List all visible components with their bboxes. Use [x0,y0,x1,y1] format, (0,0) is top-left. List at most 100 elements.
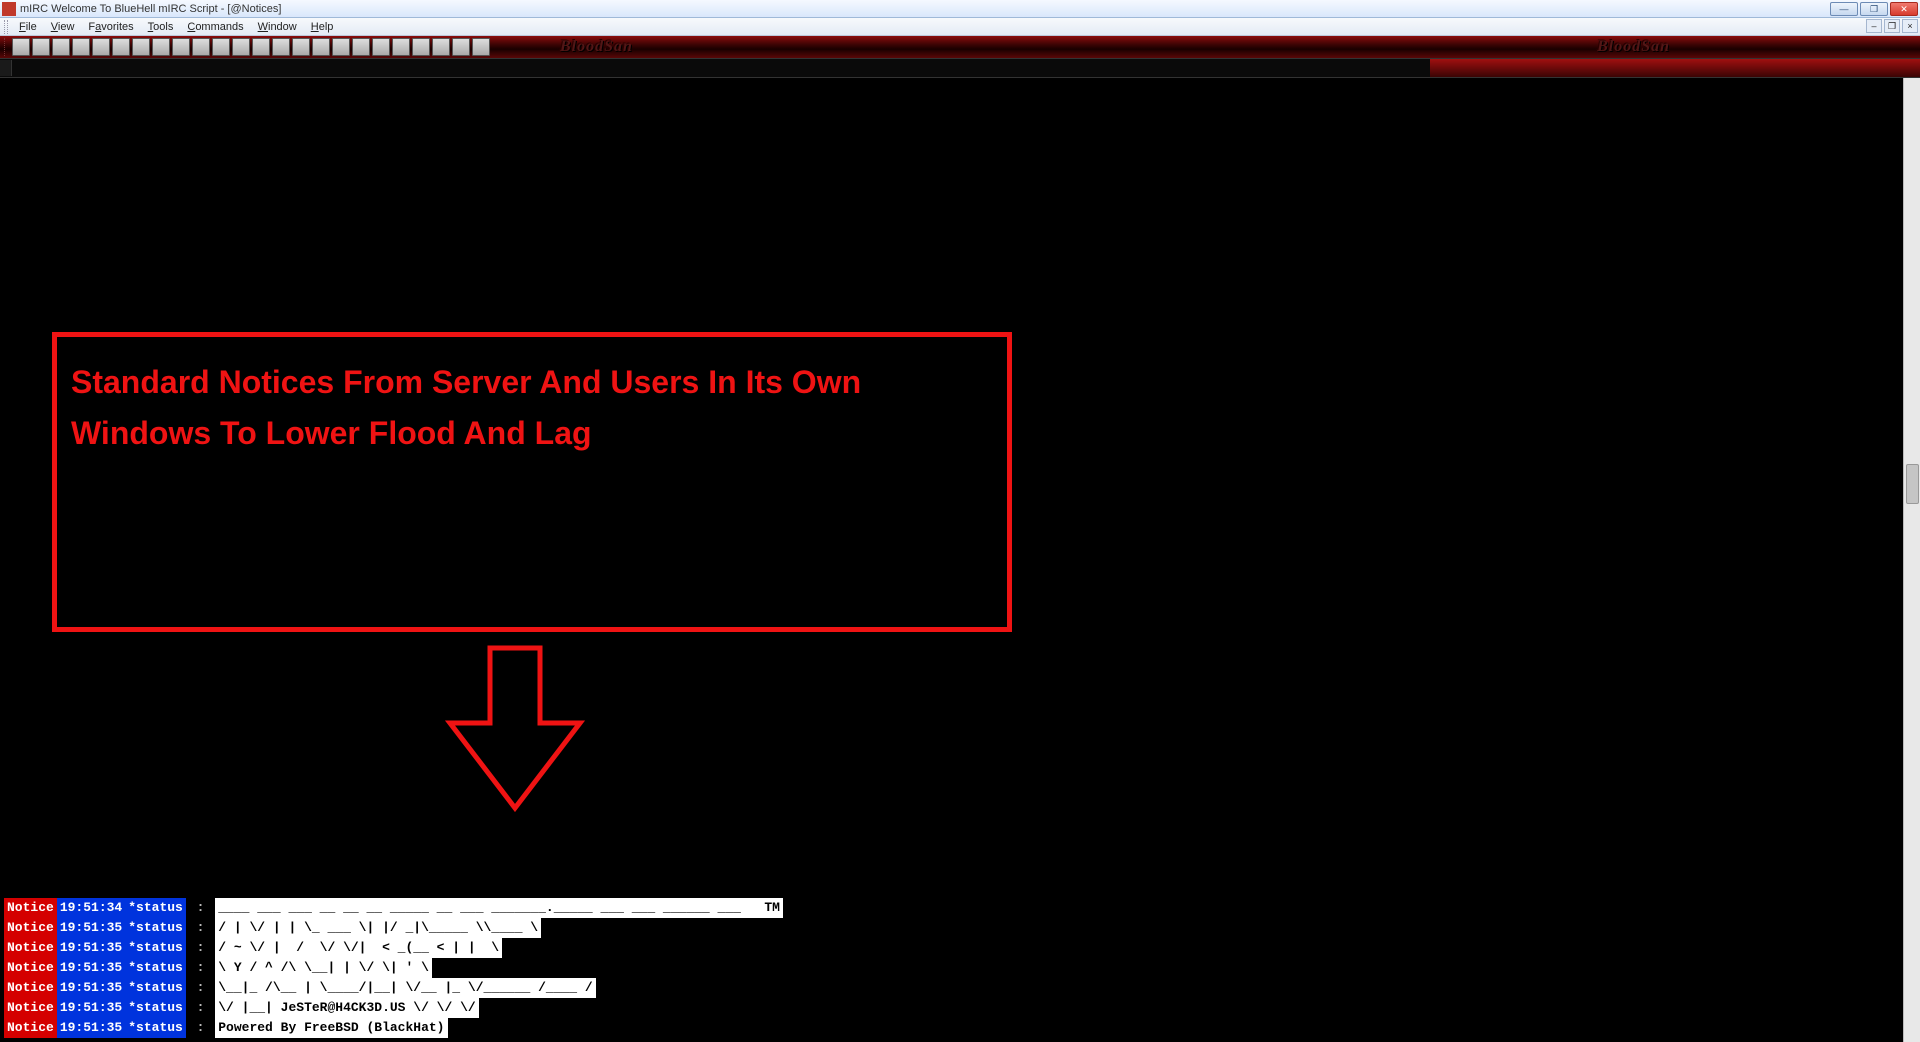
toolbar-button[interactable] [352,38,370,56]
log-status: *status [125,918,186,938]
log-separator: : [186,978,215,998]
log-notice-label: Notice [4,1018,57,1038]
log-time: 19:51:35 [57,938,125,958]
log-time: 19:51:34 [57,898,125,918]
toolbar-button[interactable] [52,38,70,56]
toolbar-button[interactable] [112,38,130,56]
menu-bar: File View Favorites Tools Commands Windo… [0,18,1920,36]
window-title: mIRC Welcome To BlueHell mIRC Script - [… [20,3,1830,15]
log-notice-label: Notice [4,978,57,998]
window-controls: — ❐ ✕ [1830,2,1918,16]
toolbar-button[interactable] [312,38,330,56]
log-separator: : [186,938,215,958]
toolbar-button[interactable] [132,38,150,56]
mdi-minimize-button[interactable]: – [1866,19,1882,33]
arrow-down-icon [445,643,585,813]
log-message: / | \/ | | \_ ___ \| |/ _|\_____ \\____ … [215,918,541,938]
toolbar-button[interactable] [412,38,430,56]
log-notice-label: Notice [4,998,57,1018]
switch-tab[interactable] [0,60,12,76]
toolbar-button[interactable] [272,38,290,56]
toolbar-button[interactable] [392,38,410,56]
menu-file[interactable]: File [12,19,44,35]
menu-commands[interactable]: Commands [180,19,250,35]
log-notice-label: Notice [4,898,57,918]
log-separator: : [186,1018,215,1038]
close-button[interactable]: ✕ [1890,2,1918,16]
log-row: Notice19:51:35*status : Powered By FreeB… [4,1018,783,1038]
log-notice-label: Notice [4,958,57,978]
toolbar-button[interactable] [12,38,30,56]
toolbar-button[interactable] [212,38,230,56]
toolbar-button[interactable] [32,38,50,56]
menu-file-label: ile [26,21,37,33]
mdi-restore-button[interactable]: ❐ [1884,19,1900,33]
log-status: *status [125,958,186,978]
toolbar-button[interactable] [452,38,470,56]
toolbar-button[interactable] [192,38,210,56]
log-time: 19:51:35 [57,978,125,998]
log-row: Notice19:51:35*status : \ Y / ^ /\ \__| … [4,958,783,978]
log-status: *status [125,1018,186,1038]
log-status: *status [125,998,186,1018]
log-status: *status [125,898,186,918]
toolbar-button[interactable] [472,38,490,56]
log-time: 19:51:35 [57,998,125,1018]
toolbar-button[interactable] [332,38,350,56]
mdi-close-button[interactable]: × [1902,19,1918,33]
log-status: *status [125,978,186,998]
restore-button[interactable]: ❐ [1860,2,1888,16]
log-row: Notice19:51:35*status : / ~ \/ | / \/ \/… [4,938,783,958]
brand-label-left: BloodSan [560,38,633,56]
toolbar-button[interactable] [252,38,270,56]
menu-grip [4,20,8,34]
scrollbar-thumb[interactable] [1906,464,1919,504]
menu-fav-label: vorites [101,21,133,33]
log-time: 19:51:35 [57,958,125,978]
menu-tools-label: ools [153,21,173,33]
toolbar-button[interactable] [372,38,390,56]
toolbar-button[interactable] [152,38,170,56]
toolbar-buttons [12,38,492,56]
annotation-text: Standard Notices From Server And Users I… [71,357,993,459]
menu-window[interactable]: Window [251,19,304,35]
toolbar-button[interactable] [72,38,90,56]
log-time: 19:51:35 [57,918,125,938]
log-message: ____ ___ ___ __ __ __ _____ __ ___ _____… [215,898,783,918]
content-area: Standard Notices From Server And Users I… [0,78,1920,1042]
log-message: \/ |__| JeSTeR@H4CK3D.US \/ \/ \/ [215,998,478,1018]
log-row: Notice19:51:35*status : / | \/ | | \_ __… [4,918,783,938]
brand-label-right: BloodSan [1597,38,1670,56]
toolbar-button[interactable] [232,38,250,56]
log-row: Notice19:51:35*status : \__|_ /\__ | \__… [4,978,783,998]
toolbar: BloodSan BloodSan [0,36,1920,58]
menu-tools[interactable]: Tools [141,19,181,35]
toolbar-button[interactable] [172,38,190,56]
switch-bar [0,58,1920,78]
toolbar-button[interactable] [432,38,450,56]
menu-view-label: iew [58,21,75,33]
log-row: Notice19:51:34*status : ____ ___ ___ __ … [4,898,783,918]
annotation-box: Standard Notices From Server And Users I… [52,332,1012,632]
minimize-button[interactable]: — [1830,2,1858,16]
menu-help[interactable]: Help [304,19,341,35]
menu-cmd-label: ommands [195,21,243,33]
log-separator: : [186,998,215,1018]
log-separator: : [186,898,215,918]
log-notice-label: Notice [4,938,57,958]
menu-favorites[interactable]: Favorites [81,19,140,35]
menu-view[interactable]: View [44,19,82,35]
log-status: *status [125,938,186,958]
title-bar: mIRC Welcome To BlueHell mIRC Script - [… [0,0,1920,18]
vertical-scrollbar[interactable] [1903,78,1920,1042]
mdi-controls: – ❐ × [1866,19,1918,33]
log-time: 19:51:35 [57,1018,125,1038]
switchbar-strip [1430,59,1920,77]
toolbar-button[interactable] [92,38,110,56]
log-message: Powered By FreeBSD (BlackHat) [215,1018,447,1038]
app-icon [2,2,16,16]
toolbar-button[interactable] [292,38,310,56]
notices-log: Notice19:51:34*status : ____ ___ ___ __ … [4,898,783,1038]
menu-help-label: elp [319,21,334,33]
toolbar-separator [4,38,8,56]
